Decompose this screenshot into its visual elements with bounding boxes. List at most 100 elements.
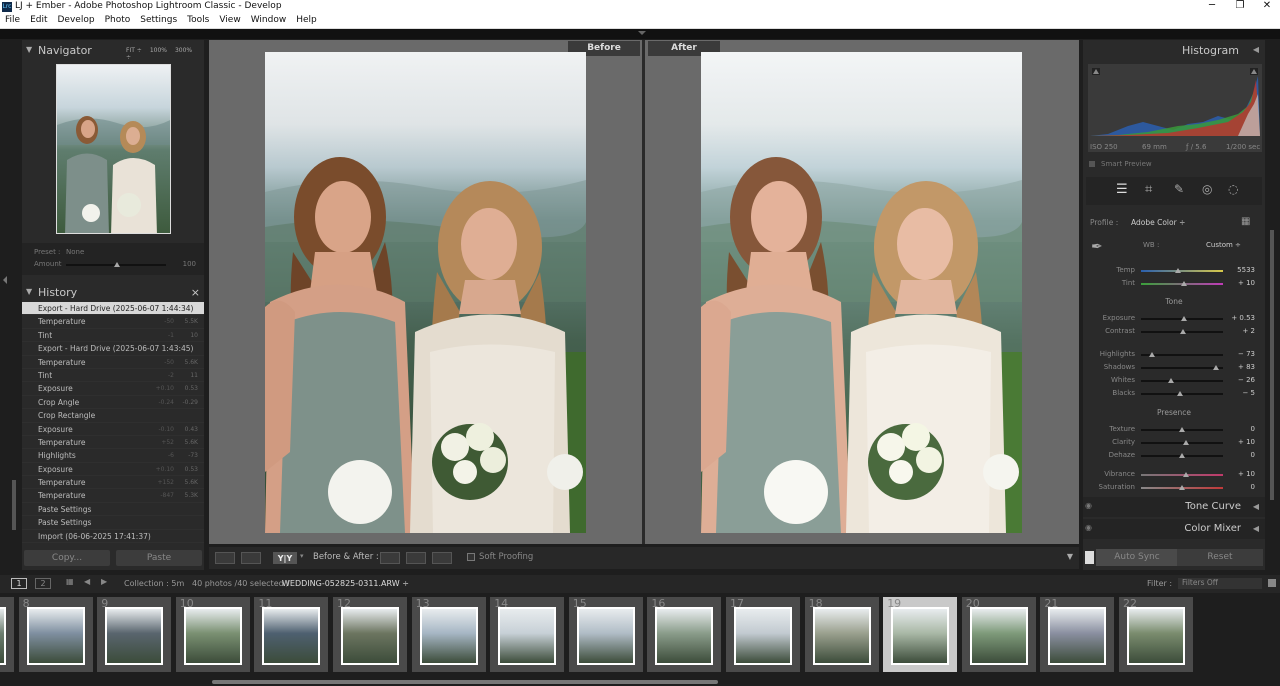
filmstrip-cell[interactable]: 21 [1040,597,1115,672]
slider-value[interactable]: + 10 [1225,279,1255,287]
crop-icon[interactable]: ⌗ [1145,182,1152,197]
slider-value[interactable]: 5533 [1225,266,1255,274]
history-item[interactable]: Export - Hard Drive (2025-06-07 1:44:34) [22,302,204,316]
history-item[interactable]: Exposure +0.10 0.53 [22,463,204,477]
filmstrip-cell[interactable]: 14 [490,597,565,672]
filmstrip-cell[interactable]: 19 [883,597,958,672]
zoom-fit[interactable]: FIT ÷ [126,47,142,54]
copy-button[interactable]: Copy... [24,550,110,566]
slider-knob[interactable] [1183,472,1190,477]
history-header[interactable]: ▼ History × [22,284,204,301]
module-strip-collapsed[interactable] [0,29,1280,39]
slider-value[interactable]: + 2 [1225,327,1255,335]
expand-top-panel-icon[interactable] [638,31,646,35]
history-item[interactable]: Export - Hard Drive (2025-06-07 1:43:45) [22,342,204,356]
copy-before-to-after-button[interactable] [380,552,400,564]
slider-track[interactable] [1141,442,1223,444]
slider-knob[interactable] [1149,352,1156,357]
filter-lock-icon[interactable] [1268,579,1276,587]
filmstrip-cell[interactable]: 20 [961,597,1036,672]
filmstrip-cell[interactable]: 16 [647,597,722,672]
left-panel-scrollbar[interactable] [12,480,16,530]
amount-slider-knob[interactable] [114,262,120,267]
clear-history-icon[interactable]: × [191,286,200,299]
close-window-icon[interactable]: ✕ [1252,0,1280,11]
history-item[interactable]: Crop Rectangle [22,409,204,423]
history-item[interactable]: Temperature -50 5.6K [22,356,204,369]
filmstrip-thumbnail[interactable] [1048,607,1107,665]
slider-value[interactable]: + 10 [1225,470,1255,478]
menu-window[interactable]: Window [246,14,292,25]
wb-dropdown[interactable]: Custom ÷ [1206,241,1241,249]
loupe-view-button[interactable] [215,552,235,564]
histogram-chart[interactable] [1088,64,1262,152]
slider-knob[interactable] [1168,378,1175,383]
preset-value[interactable]: None [66,248,84,256]
history-item[interactable]: Exposure +0.10 0.53 [22,382,204,396]
filmstrip-thumbnail[interactable] [734,607,792,665]
slider-knob[interactable] [1179,453,1185,458]
auto-sync-switch[interactable] [1085,551,1094,564]
menu-settings[interactable]: Settings [135,14,182,25]
back-arrow-icon[interactable]: ◀ [84,577,90,586]
slider-value[interactable]: − 26 [1225,376,1255,384]
menu-view[interactable]: View [214,14,245,25]
filmstrip-cell[interactable]: 13 [411,597,486,672]
primary-window-button[interactable]: 1 [11,578,27,589]
filmstrip-thumbnail[interactable] [183,607,242,665]
eye-icon[interactable]: ◉ [1085,501,1092,510]
red-eye-icon[interactable]: ◎ [1202,182,1212,196]
collapse-triangle-icon[interactable]: ◀ [1253,45,1259,54]
forward-arrow-icon[interactable]: ▶ [101,577,107,586]
history-item[interactable]: Temperature +152 5.6K [22,476,204,490]
filmstrip-thumbnail[interactable] [969,607,1028,665]
maximize-icon[interactable]: ❐ [1225,0,1255,11]
grid-view-icon[interactable]: ▦ [66,577,74,586]
filmstrip-scrollbar[interactable] [212,680,718,684]
slider-value[interactable]: − 73 [1225,350,1255,358]
filmstrip-thumbnail[interactable] [26,607,85,665]
slider-knob[interactable] [1174,268,1181,273]
filmstrip-cell[interactable]: 18 [804,597,879,672]
auto-sync-button[interactable]: Auto Sync [1096,549,1178,566]
filmstrip-cell[interactable]: 10 [175,597,250,672]
filmstrip-cell[interactable] [0,597,14,672]
collapse-triangle-icon[interactable]: ▼ [26,287,32,296]
profile-dropdown[interactable]: Adobe Color ÷ [1131,218,1185,227]
white-balance-eyedropper-icon[interactable]: ✒ [1091,239,1111,259]
toolbar-options-chevron-icon[interactable]: ▼ [1067,552,1073,561]
history-item[interactable]: Temperature -50 5.5K [22,315,204,329]
filmstrip-thumbnail[interactable] [1127,607,1185,665]
filmstrip-thumbnail[interactable] [498,607,557,665]
filmstrip-cell[interactable]: 12 [333,597,407,672]
filmstrip-thumbnail[interactable] [576,607,635,665]
before-photo[interactable] [265,52,586,533]
filmstrip-cell[interactable]: 22 [1119,597,1193,672]
before-after-yy-button[interactable]: Y|Y [273,552,297,564]
history-item[interactable]: Crop Angle -0.24 -0.29 [22,396,204,410]
reset-button[interactable]: Reset [1177,549,1263,566]
history-item[interactable]: Paste Settings [22,516,204,530]
menu-develop[interactable]: Develop [53,14,100,25]
slider-value[interactable]: + 10 [1225,438,1255,446]
menu-edit[interactable]: Edit [25,14,52,25]
filmstrip-thumbnail[interactable] [105,607,164,665]
history-item[interactable]: Tint -2 11 [22,369,204,383]
edit-sliders-icon[interactable]: ☰ [1116,182,1128,197]
copy-after-to-before-button[interactable] [406,552,426,564]
menu-help[interactable]: Help [291,14,322,25]
view-mode-dropdown-icon[interactable]: ▾ [300,552,304,560]
collapse-left-panel-icon[interactable] [3,276,7,284]
history-item[interactable]: Import (06-06-2025 17:41:37) [22,530,204,544]
color-mixer-header[interactable]: ◉ Color Mixer ◀ [1083,519,1265,539]
filter-dropdown[interactable]: Filters Off [1178,578,1262,589]
collection-label[interactable]: Collection : 5m [124,579,184,588]
filmstrip-cell[interactable]: 11 [254,597,329,672]
soft-proofing-checkbox[interactable] [467,553,475,561]
navigator-preview[interactable] [56,64,171,234]
expand-triangle-icon[interactable]: ◀ [1253,502,1259,511]
slider-value[interactable]: − 5 [1225,389,1255,397]
menu-photo[interactable]: Photo [100,14,136,25]
slider-track[interactable] [1141,474,1223,476]
slider-track[interactable] [1141,270,1223,272]
